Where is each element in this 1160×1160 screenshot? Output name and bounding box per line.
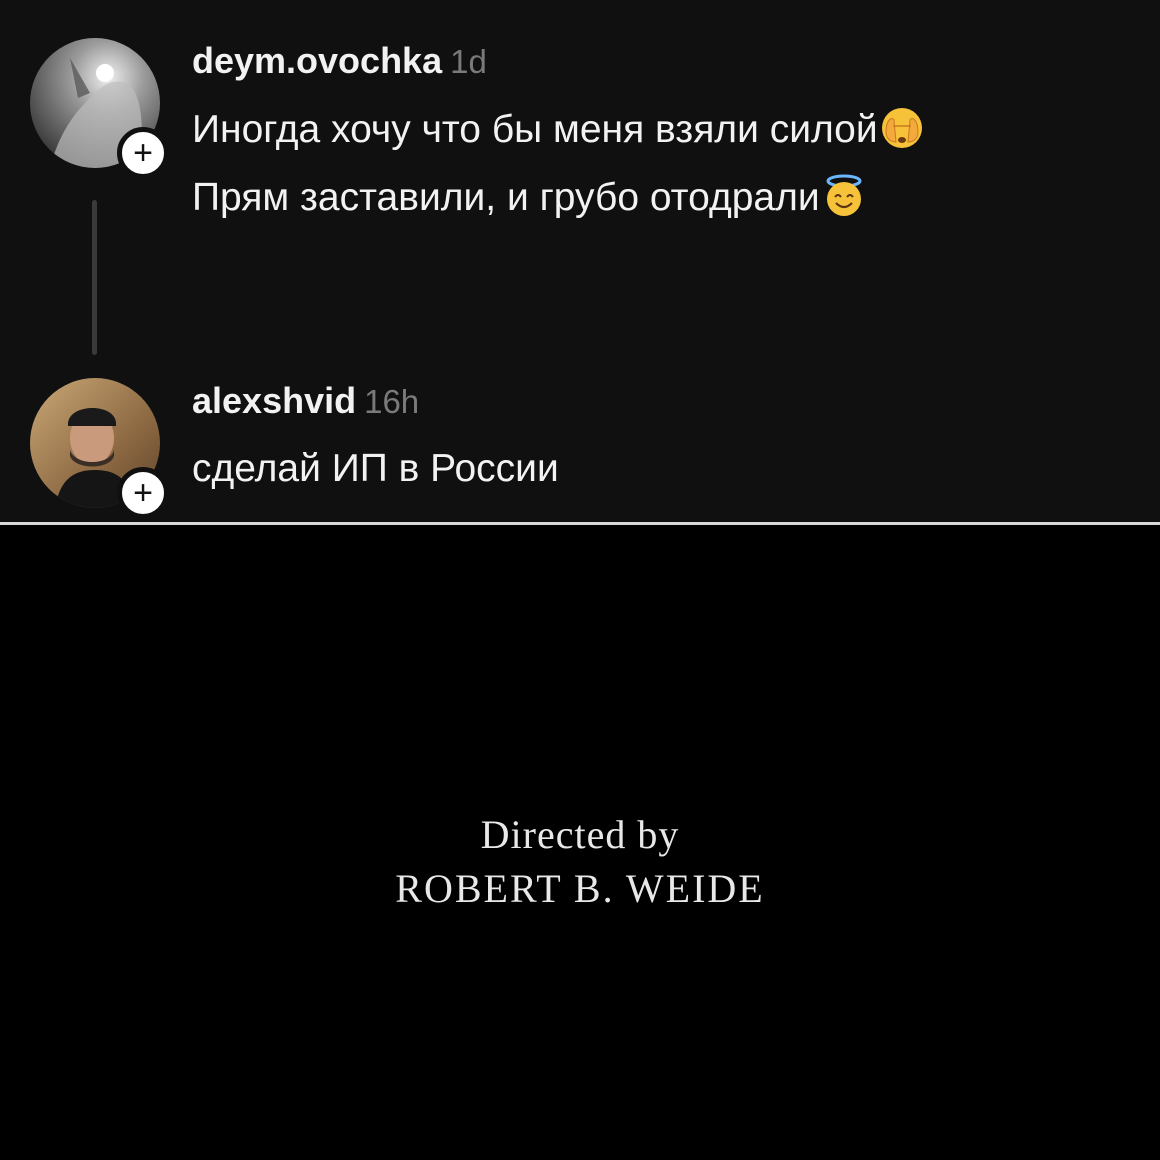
credit-line-directed-by: Directed by bbox=[480, 812, 680, 857]
face-with-hand-over-eyes-emoji bbox=[880, 106, 924, 150]
comment-text-line: Прям заставили, и грубо отодрали bbox=[192, 174, 866, 220]
comment-text-line: Иногда хочу что бы меня взяли силой bbox=[192, 106, 924, 152]
username[interactable]: deym.ovochka bbox=[192, 40, 442, 81]
timestamp: 16h bbox=[364, 383, 420, 420]
credit-line-director-name: ROBERT B. WEIDE bbox=[395, 866, 765, 911]
username[interactable]: alexshvid bbox=[192, 380, 356, 421]
end-credits-panel: Directed by ROBERT B. WEIDE bbox=[0, 525, 1160, 1160]
comment-text: Иногда хочу что бы меня взяли силой bbox=[192, 108, 878, 151]
comment-text-line: сделай ИП в России bbox=[192, 447, 559, 491]
meme-image: + deym.ovochka 1d Иногда хочу что бы меня… bbox=[0, 0, 1160, 1160]
comment-text: сделай ИП в России bbox=[192, 447, 559, 490]
smiling-face-with-halo-emoji bbox=[822, 174, 866, 218]
follow-button[interactable]: + bbox=[117, 467, 169, 519]
comment-header: alexshvid 16h bbox=[192, 380, 419, 422]
timestamp: 1d bbox=[450, 43, 487, 80]
comment-thread: + deym.ovochka 1d Иногда хочу что бы меня… bbox=[0, 0, 1160, 522]
thread-connector-line bbox=[92, 200, 97, 355]
comment-header: deym.ovochka 1d bbox=[192, 40, 487, 82]
comment-text: Прям заставили, и грубо отодрали bbox=[192, 176, 820, 219]
follow-button[interactable]: + bbox=[117, 127, 169, 179]
